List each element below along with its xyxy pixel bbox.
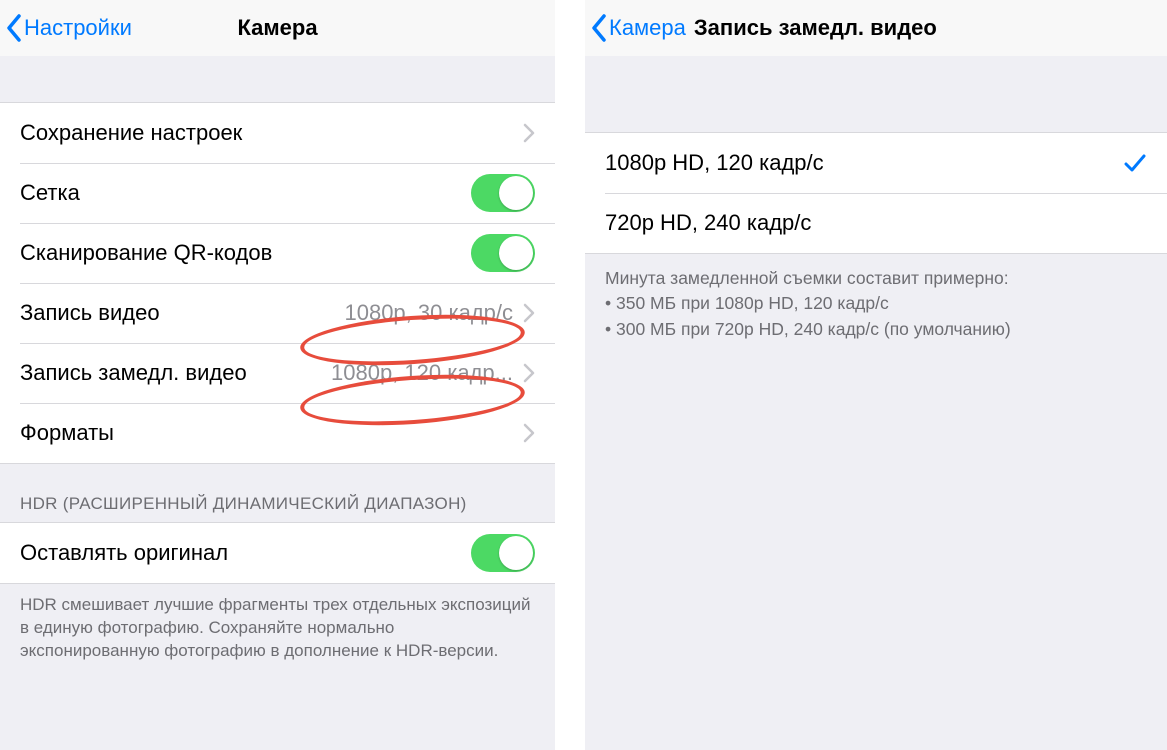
chevron-right-icon <box>523 423 535 443</box>
row-label: Сохранение настроек <box>20 120 242 146</box>
row-label: Оставлять оригинал <box>20 540 228 566</box>
chevron-left-icon <box>591 14 607 42</box>
checkmark-icon <box>1123 151 1147 175</box>
row-detail: 1080p, 30 кадр/с <box>344 300 513 326</box>
row-video-record[interactable]: Запись видео 1080p, 30 кадр/с <box>0 283 555 343</box>
back-label: Камера <box>609 17 686 39</box>
spacer <box>0 56 555 102</box>
row-label: Запись замедл. видео <box>20 360 247 386</box>
slomo-options-group: 1080p HD, 120 кадр/с 720p HD, 240 кадр/с <box>585 132 1167 254</box>
row-grid[interactable]: Сетка <box>0 163 555 223</box>
row-slomo-record[interactable]: Запись замедл. видео 1080p, 120 кадр... <box>0 343 555 403</box>
option-label: 720p HD, 240 кадр/с <box>605 210 811 236</box>
toggle-grid[interactable] <box>471 174 535 212</box>
navbar-left: Настройки Камера <box>0 0 555 56</box>
option-720p-240[interactable]: 720p HD, 240 кадр/с <box>585 193 1167 253</box>
page-title: Запись замедл. видео <box>694 15 937 41</box>
option-label: 1080p HD, 120 кадр/с <box>605 150 824 176</box>
slomo-settings-panel: Камера Запись замедл. видео 1080p HD, 12… <box>585 0 1167 750</box>
chevron-right-icon <box>523 123 535 143</box>
row-formats[interactable]: Форматы <box>0 403 555 463</box>
back-label: Настройки <box>24 17 132 39</box>
row-label: Сетка <box>20 180 80 206</box>
hdr-footer-text: HDR смешивает лучшие фрагменты трех отде… <box>0 584 555 679</box>
chevron-left-icon <box>6 14 22 42</box>
navbar-right: Камера Запись замедл. видео <box>585 0 1167 56</box>
toggle-keep-original[interactable] <box>471 534 535 572</box>
hdr-group: Оставлять оригинал <box>0 522 555 584</box>
row-qr-scan[interactable]: Сканирование QR-кодов <box>0 223 555 283</box>
row-detail: 1080p, 120 кадр... <box>331 360 513 386</box>
page-title: Камера <box>237 15 317 41</box>
footnote-line-1: • 350 МБ при 1080p HD, 120 кадр/с <box>605 291 1147 316</box>
row-save-settings[interactable]: Сохранение настроек <box>0 103 555 163</box>
back-button[interactable]: Камера <box>591 14 686 42</box>
hdr-section-header: HDR (РАСШИРЕННЫЙ ДИНАМИЧЕСКИЙ ДИАПАЗОН) <box>0 464 555 522</box>
camera-settings-panel: Настройки Камера Сохранение настроек Сет… <box>0 0 555 750</box>
row-label: Запись видео <box>20 300 160 326</box>
option-1080p-120[interactable]: 1080p HD, 120 кадр/с <box>585 133 1167 193</box>
row-keep-original[interactable]: Оставлять оригинал <box>0 523 555 583</box>
spacer <box>585 56 1167 132</box>
chevron-right-icon <box>523 363 535 383</box>
chevron-right-icon <box>523 303 535 323</box>
row-label: Сканирование QR-кодов <box>20 240 272 266</box>
toggle-qr[interactable] <box>471 234 535 272</box>
back-button[interactable]: Настройки <box>6 14 132 42</box>
panel-gap <box>555 0 585 750</box>
footnote-line-2: • 300 МБ при 720p HD, 240 кадр/с (по умо… <box>605 317 1147 342</box>
camera-settings-group: Сохранение настроек Сетка Сканирование Q… <box>0 102 555 464</box>
footnote: Минута замедленной съемки составит приме… <box>585 254 1167 358</box>
footnote-title: Минута замедленной съемки составит приме… <box>605 266 1147 291</box>
row-label: Форматы <box>20 420 114 446</box>
